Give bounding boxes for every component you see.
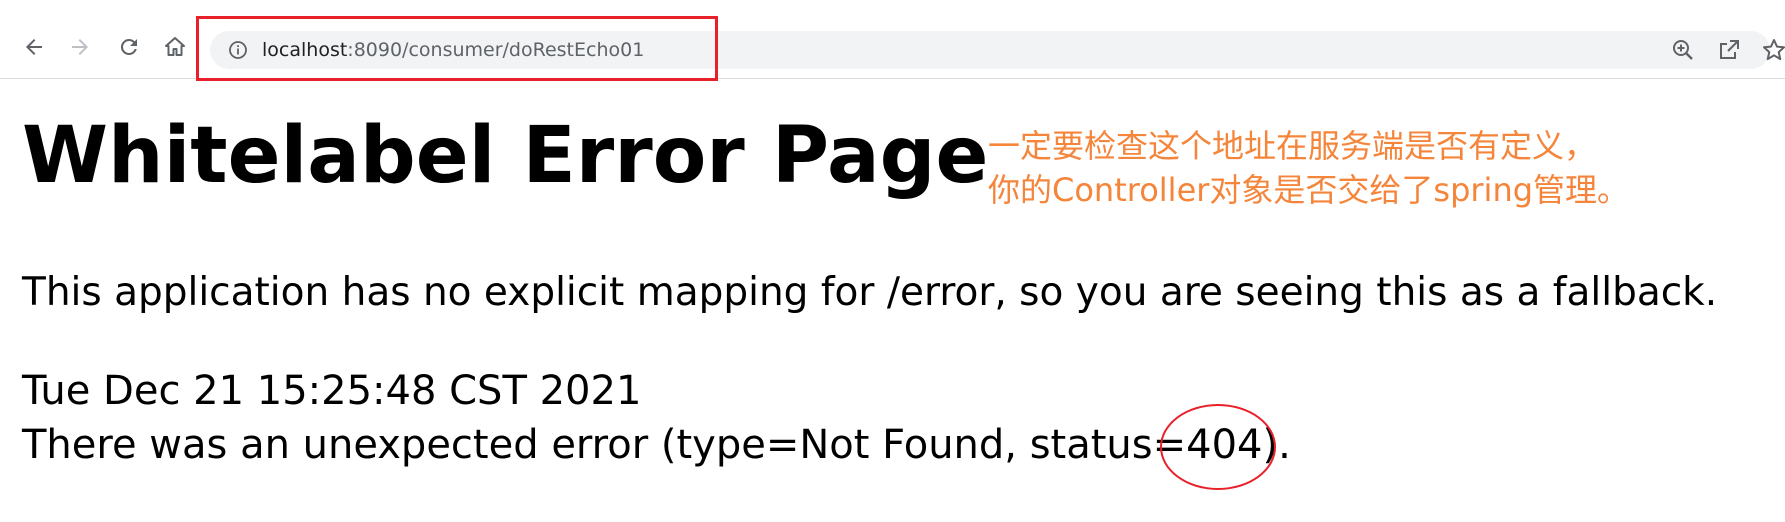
reload-button[interactable] [114, 32, 144, 62]
reload-icon [120, 38, 137, 55]
url-path: :8090/consumer/doRestEcho01 [347, 39, 645, 61]
error-timestamp: Tue Dec 21 15:25:48 CST 2021 [22, 368, 642, 414]
forward-button[interactable] [65, 32, 95, 62]
error-message: This application has no explicit mapping… [22, 270, 1718, 315]
star-icon[interactable] [1761, 37, 1785, 63]
url-text[interactable]: localhost:8090/consumer/doRestEcho01 [262, 38, 644, 62]
address-bar[interactable]: localhost:8090/consumer/doRestEcho01 [210, 31, 1770, 69]
arrow-right-icon [72, 39, 88, 55]
page-title: Whitelabel Error Page [22, 111, 989, 201]
arrow-left-icon [26, 39, 42, 55]
error-details: There was an unexpected error (type=Not … [22, 422, 1291, 468]
back-button[interactable] [19, 32, 49, 62]
annotation-line-1: 一定要检查这个地址在服务端是否有定义， [988, 127, 1597, 165]
zoom-in-icon[interactable] [1670, 37, 1696, 63]
share-icon[interactable] [1716, 37, 1742, 63]
annotation-note: 一定要检查这个地址在服务端是否有定义， 你的Controller对象是否交给了s… [988, 124, 1629, 212]
home-button[interactable] [160, 32, 190, 62]
annotation-line-2: 你的Controller对象是否交给了spring管理。 [988, 171, 1630, 209]
home-icon [165, 37, 185, 56]
browser-toolbar: localhost:8090/consumer/doRestEcho01 [0, 0, 1785, 79]
info-icon[interactable] [228, 40, 248, 60]
url-host: localhost [262, 39, 348, 61]
